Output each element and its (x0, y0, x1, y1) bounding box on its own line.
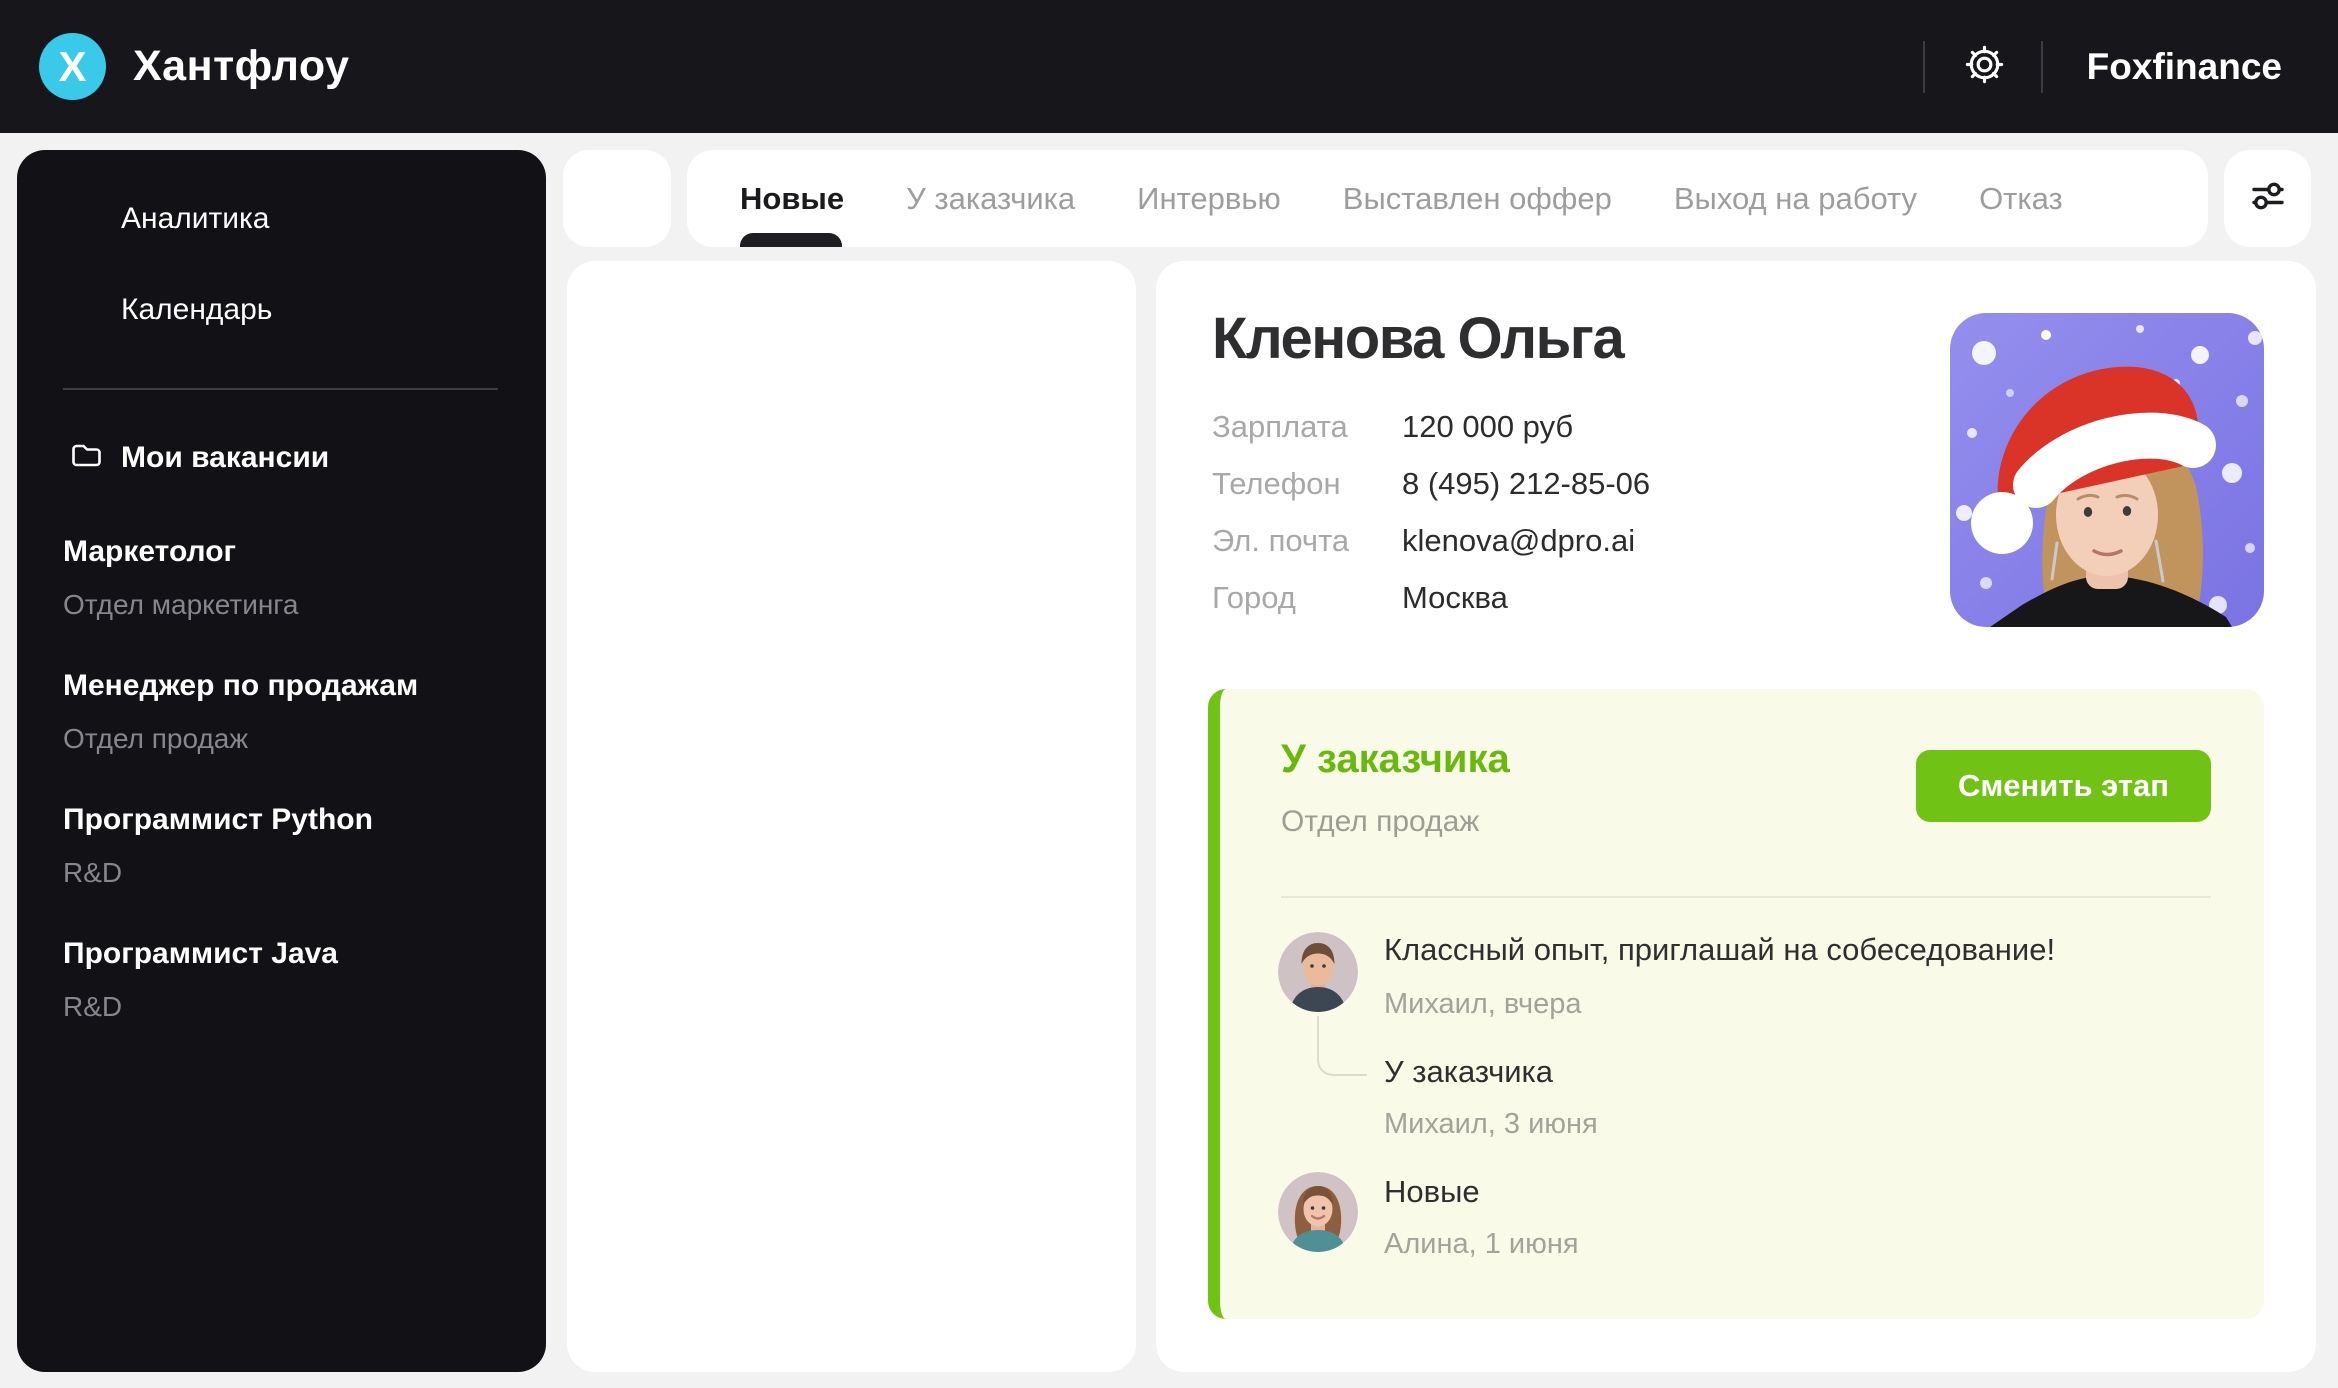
brand-title: Хантфлоу (133, 42, 350, 90)
male-avatar (1278, 932, 1358, 1012)
stage-department: Отдел продаж (1281, 805, 1480, 838)
stage-divider (1281, 896, 2211, 898)
timeline-meta: Михаил, 3 июня (1384, 1108, 1598, 1140)
account-name[interactable]: Foxfinance (2087, 46, 2282, 88)
sliders-icon (2246, 174, 2290, 223)
gear-icon (1961, 41, 2008, 93)
stage-tabs-bar: Новые У заказчика Интервью Выставлен офф… (687, 150, 2208, 247)
header-divider (1922, 40, 1925, 93)
sidebar-nav: Аналитика Календарь (121, 204, 272, 386)
timeline-stage-change: У заказчика (1384, 1054, 1554, 1089)
huntflow-logo-icon: Х (39, 33, 106, 100)
tab-otkaz[interactable]: Отказ (1979, 181, 2063, 217)
vacancy-item-java-dev[interactable]: Программист Java R&D (63, 939, 418, 1021)
vacancy-item-sales-manager[interactable]: Менеджер по продажам Отдел продаж (63, 671, 418, 753)
field-value-salary: 120 000 руб (1402, 409, 1574, 444)
vacancy-title: Менеджер по продажам (63, 669, 419, 702)
candidate-card: Кленова Ольга Зарплата 120 000 руб Телеф… (1156, 261, 2316, 1372)
vacancy-title: Программист Python (63, 803, 373, 836)
vacancy-title: Маркетолог (63, 535, 237, 568)
vacancy-department: Отдел маркетинга (63, 589, 299, 620)
vacancy-title: Программист Java (63, 937, 338, 970)
vacancy-list: Маркетолог Отдел маркетинга Менеджер по … (63, 537, 418, 1073)
header-divider (2040, 40, 2043, 93)
settings-button[interactable] (1961, 41, 2008, 93)
tab-vystavlen-offer[interactable]: Выставлен оффер (1343, 181, 1612, 217)
tab-vyhod-na-rabotu[interactable]: Выход на работу (1674, 181, 1917, 217)
sidebar-divider (63, 388, 498, 390)
timeline-meta: Михаил, вчера (1384, 988, 1582, 1020)
huntflow-app: Х Хантфлоу Foxfinance Аналитика Календар… (0, 0, 2338, 1388)
app-header: Х Хантфлоу Foxfinance (0, 0, 2338, 133)
sidebar-item-analytics[interactable]: Аналитика (121, 204, 272, 234)
vacancy-department: R&D (63, 991, 123, 1022)
empty-top-card (563, 150, 671, 247)
field-label: Город (1212, 580, 1296, 615)
my-vacancies-label: Мои вакансии (121, 440, 330, 474)
candidate-name: Кленова Ольга (1212, 306, 1625, 371)
stage-card: У заказчика Отдел продаж Сменить этап Кл… (1208, 689, 2264, 1319)
timeline-meta: Алина, 1 июня (1384, 1228, 1579, 1260)
change-stage-button[interactable]: Сменить этап (1916, 750, 2211, 822)
sidebar-item-calendar[interactable]: Календарь (121, 295, 272, 325)
tab-novye[interactable]: Новые (740, 181, 844, 217)
field-label: Эл. почта (1212, 523, 1350, 558)
timeline-comment: Классный опыт, приглашай на собеседовани… (1384, 932, 2056, 967)
vacancy-department: R&D (63, 857, 123, 888)
timeline-connector (1317, 1016, 1367, 1076)
sidebar: Аналитика Календарь Мои вакансии Маркето… (17, 150, 546, 1372)
active-tab-indicator (740, 233, 842, 247)
sidebar-item-my-vacancies[interactable]: Мои вакансии (69, 438, 329, 477)
female-avatar (1278, 1172, 1358, 1252)
vacancy-item-marketolog[interactable]: Маркетолог Отдел маркетинга (63, 537, 418, 619)
candidate-photo (1950, 313, 2264, 627)
header-right: Foxfinance (1922, 40, 2338, 93)
candidate-fields: Зарплата 120 000 руб Телефон 8 (495) 212… (1212, 411, 1650, 613)
filter-button[interactable] (2224, 150, 2311, 247)
tab-intervyu[interactable]: Интервью (1137, 181, 1281, 217)
vacancy-department: Отдел продаж (63, 723, 249, 754)
timeline-stage-change: Новые (1384, 1174, 1480, 1209)
logo-letter: Х (58, 42, 87, 90)
folder-icon (69, 438, 103, 477)
candidates-column-card (567, 261, 1136, 1372)
tab-u-zakazchika[interactable]: У заказчика (906, 181, 1075, 217)
field-value-city: Москва (1402, 580, 1508, 615)
app-logo[interactable]: Х Хантфлоу (39, 33, 350, 100)
vacancy-item-python-dev[interactable]: Программист Python R&D (63, 805, 418, 887)
field-label: Телефон (1212, 466, 1341, 501)
field-value-email: klenova@dpro.ai (1402, 523, 1636, 558)
stage-title: У заказчика (1281, 737, 1510, 781)
field-label: Зарплата (1212, 409, 1348, 444)
field-value-phone: 8 (495) 212-85-06 (1402, 466, 1651, 501)
